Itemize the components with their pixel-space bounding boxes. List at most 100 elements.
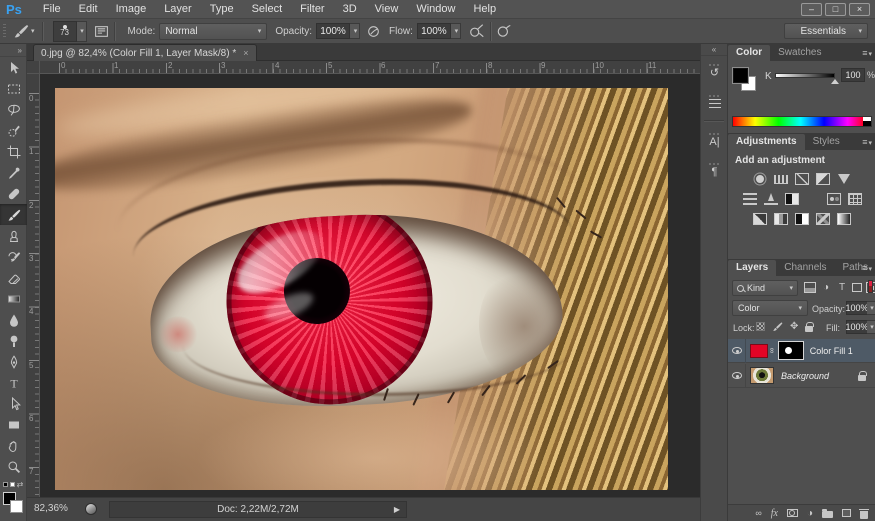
- tab-styles[interactable]: Styles: [805, 134, 848, 150]
- layer-name[interactable]: Background: [781, 371, 829, 381]
- mask-link-icon[interactable]: ∞: [767, 348, 776, 354]
- color-lookup-button[interactable]: [848, 193, 862, 205]
- brush-preset-dropdown-button[interactable]: ▾: [77, 21, 87, 42]
- invert-button[interactable]: [753, 213, 767, 225]
- type-filter-icon[interactable]: T: [836, 282, 848, 293]
- background-thumbnail[interactable]: [750, 367, 774, 384]
- rectangle-tool[interactable]: [0, 414, 27, 435]
- menu-help[interactable]: Help: [464, 0, 505, 19]
- zoom-level[interactable]: 82,36%: [34, 503, 68, 514]
- eraser-tool[interactable]: [0, 267, 27, 288]
- filter-on-off-switch[interactable]: [868, 280, 873, 293]
- menu-type[interactable]: Type: [201, 0, 243, 19]
- layer-fill-input[interactable]: 100%: [846, 320, 868, 334]
- shape-filter-icon[interactable]: [852, 283, 862, 292]
- airbrush-toggle-button[interactable]: [469, 23, 485, 39]
- layer-row-color-fill[interactable]: ∞ Color Fill 1: [728, 339, 875, 363]
- spot-healing-brush-tool[interactable]: [0, 183, 27, 204]
- flow-input[interactable]: 100%: [417, 23, 451, 39]
- lock-pixels-brush-icon[interactable]: [772, 321, 783, 332]
- history-panel-button[interactable]: ↺: [701, 56, 728, 86]
- new-layer-button[interactable]: [842, 509, 851, 517]
- channel-mixer-button[interactable]: [827, 193, 841, 205]
- background-color-swatch[interactable]: [10, 500, 23, 513]
- tab-layers[interactable]: Layers: [728, 260, 776, 276]
- pen-tool[interactable]: [0, 351, 27, 372]
- eyedropper-tool[interactable]: [0, 162, 27, 183]
- panel-menu-icon[interactable]: ≡: [862, 263, 872, 273]
- toolbar-collapse-button[interactable]: »: [0, 44, 26, 57]
- adjustment-filter-icon[interactable]: ◑: [820, 282, 832, 293]
- close-button[interactable]: ×: [849, 3, 870, 16]
- tab-color[interactable]: Color: [728, 45, 770, 61]
- ruler-origin-button[interactable]: [27, 61, 40, 74]
- fill-dropdown-button[interactable]: ▾: [867, 320, 875, 334]
- brush-tool[interactable]: [0, 204, 27, 225]
- menu-layer[interactable]: Layer: [155, 0, 201, 19]
- photo-filter-button[interactable]: [806, 193, 820, 205]
- layer-name[interactable]: Color Fill 1: [810, 346, 853, 356]
- layer-filter-select[interactable]: Kind ▾: [732, 280, 798, 296]
- close-tab-icon[interactable]: ×: [243, 48, 248, 58]
- tool-preset-picker[interactable]: ▾: [11, 22, 37, 40]
- new-adjustment-layer-button[interactable]: ◑: [807, 508, 813, 519]
- menu-file[interactable]: File: [34, 0, 70, 19]
- menu-select[interactable]: Select: [243, 0, 292, 19]
- properties-panel-button[interactable]: [701, 86, 728, 116]
- status-menu-arrow-icon[interactable]: ▶: [394, 505, 400, 514]
- menu-edit[interactable]: Edit: [70, 0, 107, 19]
- swap-colors-icon[interactable]: ⇄: [17, 480, 24, 489]
- layer-style-button[interactable]: fx: [771, 508, 778, 519]
- selective-color-button[interactable]: [816, 213, 830, 225]
- dodge-tool[interactable]: [0, 330, 27, 351]
- tab-adjustments[interactable]: Adjustments: [728, 134, 805, 150]
- lasso-tool[interactable]: [0, 99, 27, 120]
- posterize-button[interactable]: [774, 213, 788, 225]
- add-layer-mask-button[interactable]: [787, 509, 798, 517]
- type-tool[interactable]: T: [0, 372, 27, 393]
- threshold-button[interactable]: [795, 213, 809, 225]
- pressure-opacity-button[interactable]: [366, 24, 381, 39]
- k-channel-slider[interactable]: [775, 73, 835, 78]
- menu-3d[interactable]: 3D: [334, 0, 366, 19]
- minimize-button[interactable]: –: [801, 3, 822, 16]
- link-layers-icon[interactable]: ∞: [755, 508, 761, 518]
- vibrance-button[interactable]: [837, 173, 851, 185]
- color-spectrum-ramp[interactable]: [732, 116, 872, 127]
- default-colors-row[interactable]: ⇄: [0, 477, 26, 491]
- brightness-contrast-button[interactable]: [753, 173, 767, 185]
- curves-button[interactable]: [795, 173, 809, 185]
- levels-button[interactable]: [774, 175, 788, 184]
- layer-row-background[interactable]: Background: [728, 364, 875, 388]
- pixel-filter-icon[interactable]: [804, 282, 816, 293]
- k-value-input[interactable]: 100: [841, 68, 865, 82]
- layer-opacity-input[interactable]: 100%: [846, 301, 868, 315]
- gradient-map-button[interactable]: [837, 213, 851, 225]
- history-brush-tool[interactable]: [0, 246, 27, 267]
- lock-all-icon[interactable]: [805, 326, 813, 332]
- character-panel-button[interactable]: A|: [701, 125, 728, 155]
- menu-window[interactable]: Window: [407, 0, 464, 19]
- opacity-dropdown-button[interactable]: ▾: [350, 23, 360, 39]
- layer-blend-mode-select[interactable]: Color ▾: [732, 300, 808, 316]
- delete-layer-button[interactable]: [860, 508, 868, 519]
- rectangular-marquee-tool[interactable]: [0, 78, 27, 99]
- new-group-button[interactable]: [822, 508, 833, 518]
- lock-transparency-icon[interactable]: [756, 322, 765, 331]
- clone-stamp-tool[interactable]: [0, 225, 27, 246]
- menu-view[interactable]: View: [366, 0, 408, 19]
- flow-dropdown-button[interactable]: ▾: [451, 23, 461, 39]
- path-selection-tool[interactable]: [0, 393, 27, 414]
- lock-position-icon[interactable]: ✥: [790, 322, 798, 332]
- options-grip[interactable]: [3, 24, 6, 39]
- black-swatch[interactable]: [863, 121, 871, 126]
- visibility-cell[interactable]: [728, 339, 746, 363]
- menu-image[interactable]: Image: [107, 0, 156, 19]
- exposure-button[interactable]: [816, 173, 830, 185]
- quick-selection-tool[interactable]: [0, 120, 27, 141]
- color-fill-thumbnail[interactable]: [750, 344, 768, 358]
- black-white-button[interactable]: [785, 193, 799, 205]
- document-size-box[interactable]: Doc: 2,22M/2,72M ▶: [109, 501, 407, 518]
- move-tool[interactable]: [0, 57, 27, 78]
- gradient-tool[interactable]: [0, 288, 27, 309]
